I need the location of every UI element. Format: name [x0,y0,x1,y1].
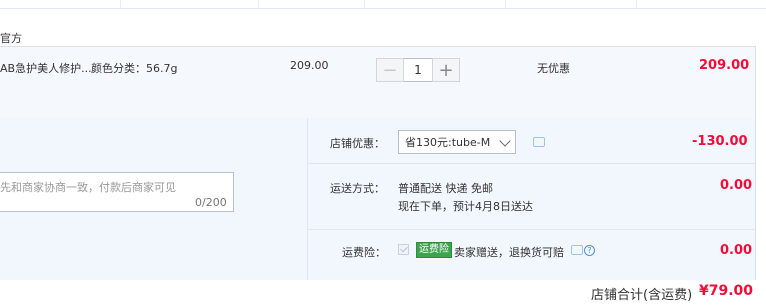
shop-coupon-selected: 省130元:tube-M [405,136,491,149]
shop-coupon-label: 店铺优惠： [330,137,385,150]
unit-price: 209.00 [290,59,329,72]
quantity-input[interactable]: 1 [404,58,432,82]
store-total-label: 店铺合计(含运费) [591,288,693,303]
shipping-eta: 现在下单，预计4月8日送达 [398,200,533,213]
help-icon[interactable]: ? [584,245,595,256]
column-divider [364,0,365,8]
insurance-chat-icon[interactable] [571,245,583,255]
column-divider [258,0,259,8]
item-subtotal: 209.00 [699,58,750,73]
store-name[interactable]: 官方 [0,30,22,46]
quantity-stepper: − 1 + [376,58,460,82]
column-header-strip [0,0,766,9]
decrease-quantity-button[interactable]: − [376,58,404,82]
insurance-text: 卖家赠送，退换货可赔 [454,246,564,259]
panel-divider [307,118,308,280]
shop-coupon-amount: -130.00 [692,134,748,149]
shipping-label: 运送方式： [330,182,385,195]
row-divider [307,163,755,164]
increase-quantity-button[interactable]: + [432,58,460,82]
shop-coupon-select[interactable]: 省130元:tube-M [398,130,516,154]
store-total-amount: ¥79.00 [699,283,754,299]
column-divider [120,0,121,8]
item-discount: 无优惠 [537,62,570,75]
insurance-label: 运费险： [342,246,386,259]
insurance-checkbox[interactable] [398,244,409,255]
product-spec: 颜色分类：56.7g [91,62,178,75]
buyer-message-placeholder: 先和商家协商一致，付款后商家可见 [0,181,176,194]
row-divider [307,229,755,230]
column-divider [505,0,506,8]
coupon-info-icon[interactable] [533,137,545,147]
column-divider [636,0,637,8]
chevron-down-icon [499,135,511,147]
shipping-amount: 0.00 [720,178,753,193]
buyer-message-counter: 0/200 [195,196,227,209]
shipping-method: 普通配送 快递 免邮 [398,182,493,195]
insurance-badge: 运费险 [416,242,452,258]
product-title-link[interactable]: AB急护美人修护... [0,60,92,76]
insurance-amount: 0.00 [720,243,753,258]
